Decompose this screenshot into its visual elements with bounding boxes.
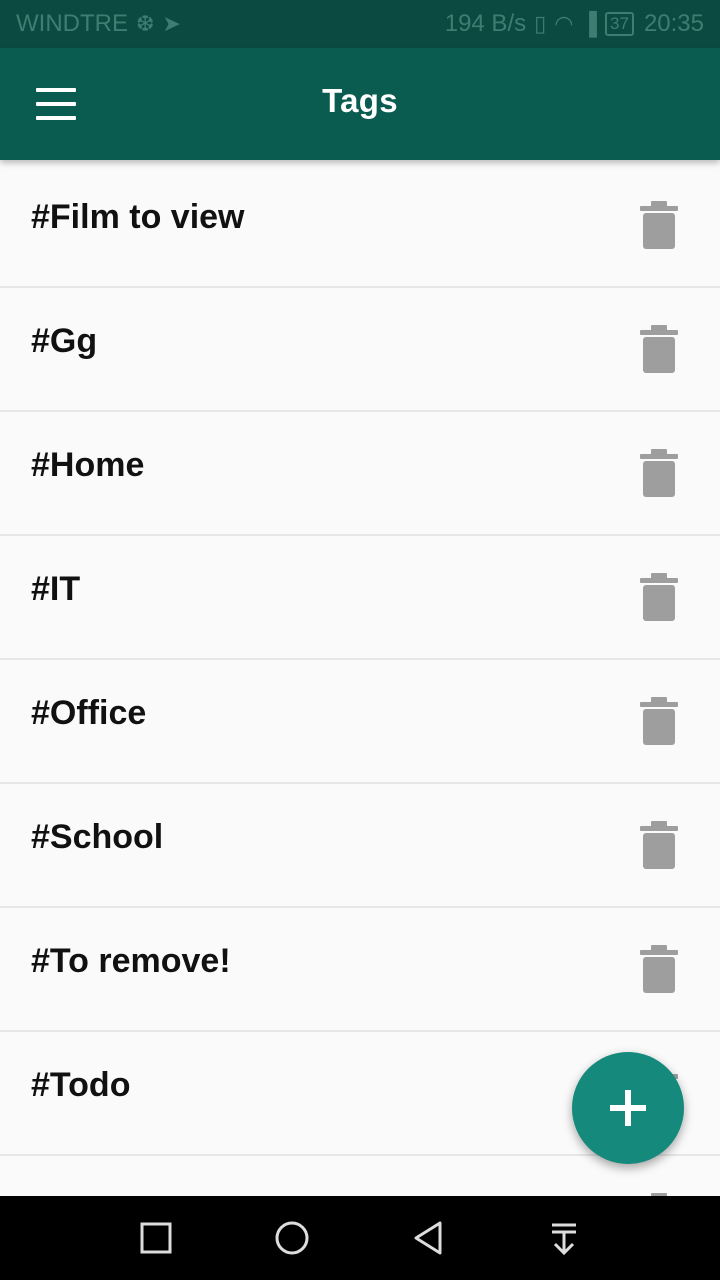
status-bar: WINDTRE ❆ ➤ 194 B/s ▯ ◠ ▐ 37 20:35 [0,0,720,48]
telegram-icon: ➤ [162,11,181,36]
battery-icon: 37 [605,12,634,36]
tag-label: #Film to view [31,198,245,236]
list-item[interactable]: #Gg [0,288,720,412]
tag-label: #Gg [31,322,98,360]
trash-icon[interactable] [640,449,678,497]
trash-icon[interactable] [640,697,678,745]
trash-icon[interactable] [640,945,678,993]
signal-icon: ▐ [581,11,598,36]
list-item[interactable]: #To remove! [0,908,720,1032]
tag-label: #Home [31,446,145,484]
wifi-icon: ◠ [554,11,574,36]
trash-icon[interactable] [640,325,678,373]
tag-list[interactable]: #Film to view #Gg #Home #IT #Office #Sch… [0,164,720,1196]
home-icon[interactable] [270,1216,314,1260]
list-item[interactable]: #Film to view [0,164,720,288]
trash-icon[interactable] [640,821,678,869]
tag-label: #IT [31,570,81,608]
add-tag-button[interactable] [572,1052,684,1164]
tag-label: #Todo [31,1066,131,1104]
clock: 20:35 [643,10,704,37]
app-bar: Tags [0,48,720,160]
trash-icon[interactable] [640,201,678,249]
back-icon[interactable] [406,1216,450,1260]
notification-pull-icon[interactable] [542,1216,586,1260]
system-nav-bar [0,1196,720,1280]
carrier-name: WINDTRE [16,10,128,37]
page-title: Tags [322,82,398,119]
list-item[interactable]: #Office [0,660,720,784]
recents-icon[interactable] [134,1216,178,1260]
list-item[interactable]: #School [0,784,720,908]
plus-icon [610,1090,646,1126]
list-item[interactable] [0,1156,720,1196]
tag-label: #To remove! [31,942,231,980]
list-item[interactable]: #Home [0,412,720,536]
usb-icon: ❆ [135,11,155,36]
tag-label: #School [31,818,164,856]
network-speed: 194 B/s [444,10,527,37]
trash-icon[interactable] [640,573,678,621]
vibrate-icon: ▯ [534,11,547,36]
list-item[interactable]: #IT [0,536,720,660]
tag-label: #Office [31,694,147,732]
